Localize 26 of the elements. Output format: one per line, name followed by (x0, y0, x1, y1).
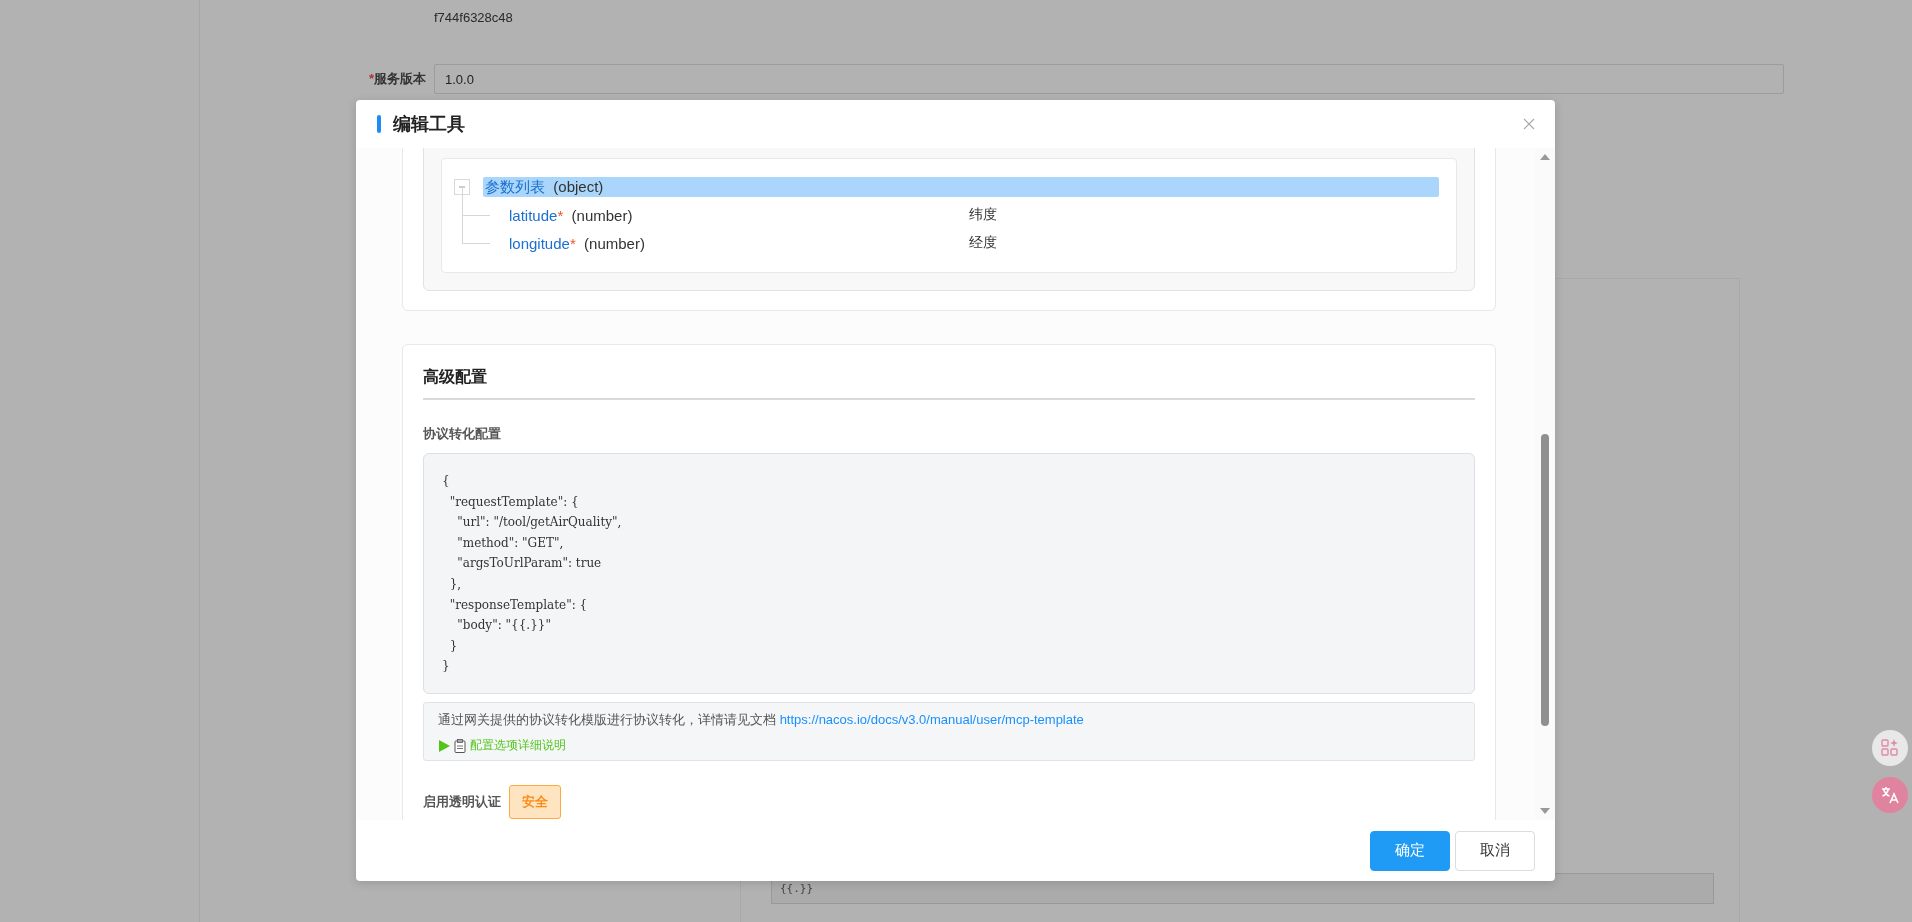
translate-icon[interactable] (1872, 777, 1908, 813)
scroll-down-icon[interactable] (1540, 808, 1550, 814)
version-field[interactable]: 1.0.0 (434, 64, 1784, 94)
param-description: 纬度 (969, 206, 997, 224)
tree-node[interactable]: longitude* (number) (509, 234, 969, 252)
apps-icon[interactable] (1872, 730, 1908, 766)
dialog-title: 编辑工具 (393, 113, 466, 136)
param-description: 经度 (969, 234, 997, 252)
field-label: 协议转化配置 (423, 425, 502, 443)
security-tag: 安全 (509, 785, 561, 819)
tree-node[interactable]: 参数列表 (object) (483, 177, 1439, 197)
caret-icon[interactable] (438, 739, 450, 752)
code-block: { "requestTemplate": { "url": "/tool/getAirQuality", "method": "GET", "argsToUrlParam": true }, "responseTemplate": { "body": "{{.}}" } } (423, 453, 1475, 694)
field-label: *服务版本 (367, 70, 426, 88)
cancel-button[interactable]: 取消 (1455, 830, 1535, 871)
field-label: 启用透明认证 (423, 793, 501, 811)
scroll-up-icon[interactable] (1540, 154, 1550, 160)
tree-node[interactable]: latitude* (number) (509, 206, 969, 224)
hash-text: f744f6328c48 (434, 10, 514, 25)
collapse-icon[interactable] (454, 179, 470, 195)
close-icon[interactable] (1523, 118, 1535, 130)
scrollbar-thumb[interactable] (1541, 434, 1549, 726)
clipboard-icon (454, 738, 466, 753)
section-title: 高级配置 (423, 367, 488, 387)
tree-connector (462, 215, 490, 244)
help-text: 通过网关提供的协议转化模版进行协议转化，详情请见文档 https://nacos.io/docs/v3.0/manual/user/mcp-template (438, 711, 1085, 729)
